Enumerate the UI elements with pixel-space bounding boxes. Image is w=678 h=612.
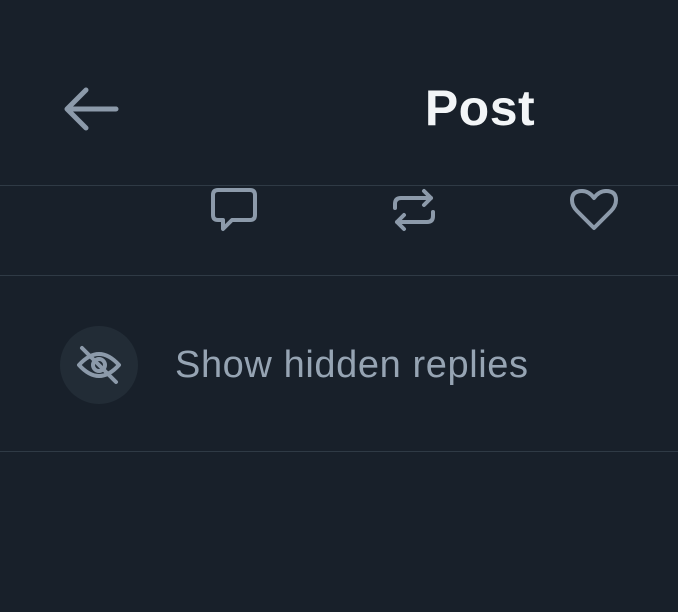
page-title: Post bbox=[424, 80, 536, 136]
repost-icon bbox=[391, 188, 437, 232]
arrow-left-icon bbox=[60, 84, 120, 134]
like-button[interactable] bbox=[564, 186, 624, 234]
reply-button[interactable] bbox=[204, 186, 264, 234]
heart-icon bbox=[570, 188, 618, 232]
show-hidden-replies-row[interactable]: Show hidden replies bbox=[0, 276, 678, 452]
header-bar: Post bbox=[0, 0, 678, 186]
repost-button[interactable] bbox=[384, 186, 444, 234]
eye-slash-icon bbox=[76, 345, 122, 385]
back-button[interactable] bbox=[50, 74, 130, 144]
post-action-bar bbox=[0, 186, 678, 276]
hidden-replies-icon-circle bbox=[60, 326, 138, 404]
show-hidden-replies-label: Show hidden replies bbox=[175, 344, 529, 386]
comment-icon bbox=[210, 187, 258, 233]
